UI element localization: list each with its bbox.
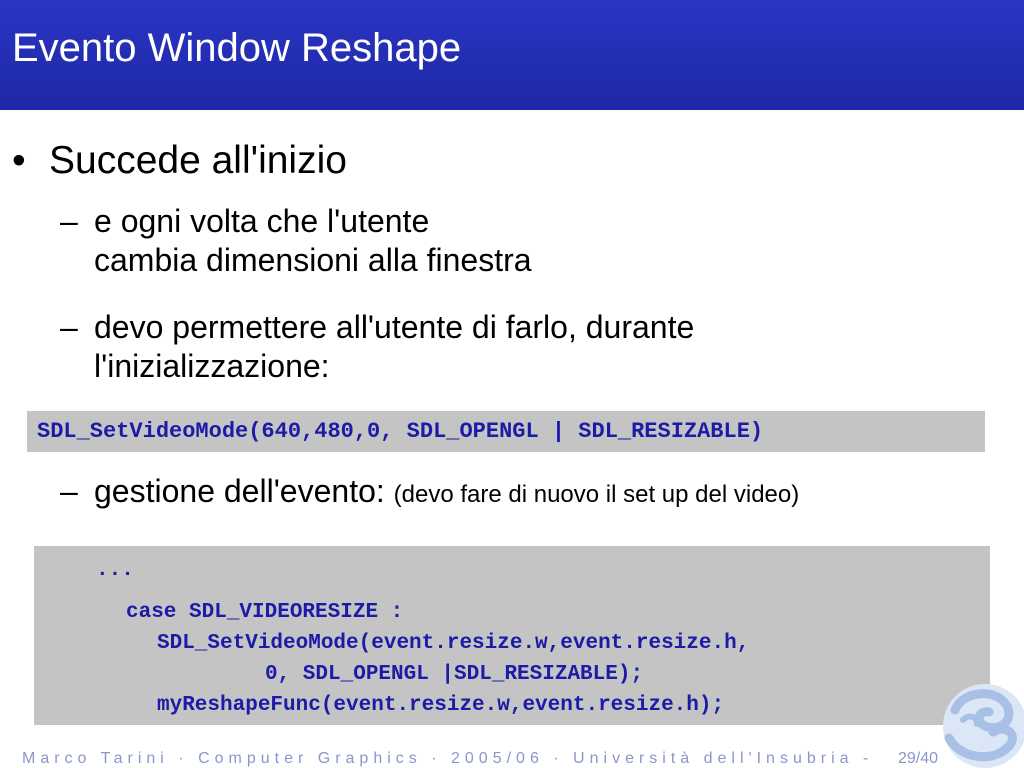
sub-bullet-continuation: cambia dimensioni alla finestra [94,242,532,278]
dash-mark: – [60,203,78,239]
code-line: 0, SDL_OPENGL |SDL_RESIZABLE); [265,663,644,686]
dash-mark: – [60,309,78,345]
bullet-mark: • [12,139,26,182]
code-block-setvideomode: SDL_SetVideoMode(640,480,0, SDL_OPENGL |… [27,411,985,452]
sub-bullet-text: gestione dell'evento: [94,473,385,509]
dash-mark: – [60,473,78,509]
code-line: SDL_SetVideoMode(event.resize.w,event.re… [157,632,750,655]
sub-bullet-text: e ogni volta che l'utente [94,203,430,239]
slide-title: Evento Window Reshape [12,26,462,70]
sub-bullet-continuation: l'inizializzazione: [94,348,330,384]
footer-credit: Marco Tarini · Computer Graphics · 2005/… [22,750,874,767]
code-line: case SDL_VIDEORESIZE : [126,601,404,624]
code-block-event-handler: ... case SDL_VIDEORESIZE : SDL_SetVideoM… [34,546,990,725]
code-line: ... [96,559,134,582]
sub-bullet-event-handling: – gestione dell'evento: (devo fare di nuo… [60,472,799,514]
bullet-main-text: Succede all'inizio [49,139,347,182]
title-bar: Evento Window Reshape [0,0,1024,110]
code-line: myReshapeFunc(event.resize.w,event.resiz… [157,694,725,717]
page-number: 29/40 [898,750,939,767]
insubria-logo-icon [943,684,1024,768]
bullet-succede: • Succede all'inizio [12,138,347,184]
sub-bullet-note: (devo fare di nuovo il set up del video) [393,481,800,508]
sub-bullet-text: devo permettere all'utente di farlo, dur… [94,309,695,345]
sub-bullet-permission: – devo permettere all'utente di farlo, du… [60,308,694,386]
sub-bullet-resize: – e ogni volta che l'utente cambia dimens… [60,202,532,280]
